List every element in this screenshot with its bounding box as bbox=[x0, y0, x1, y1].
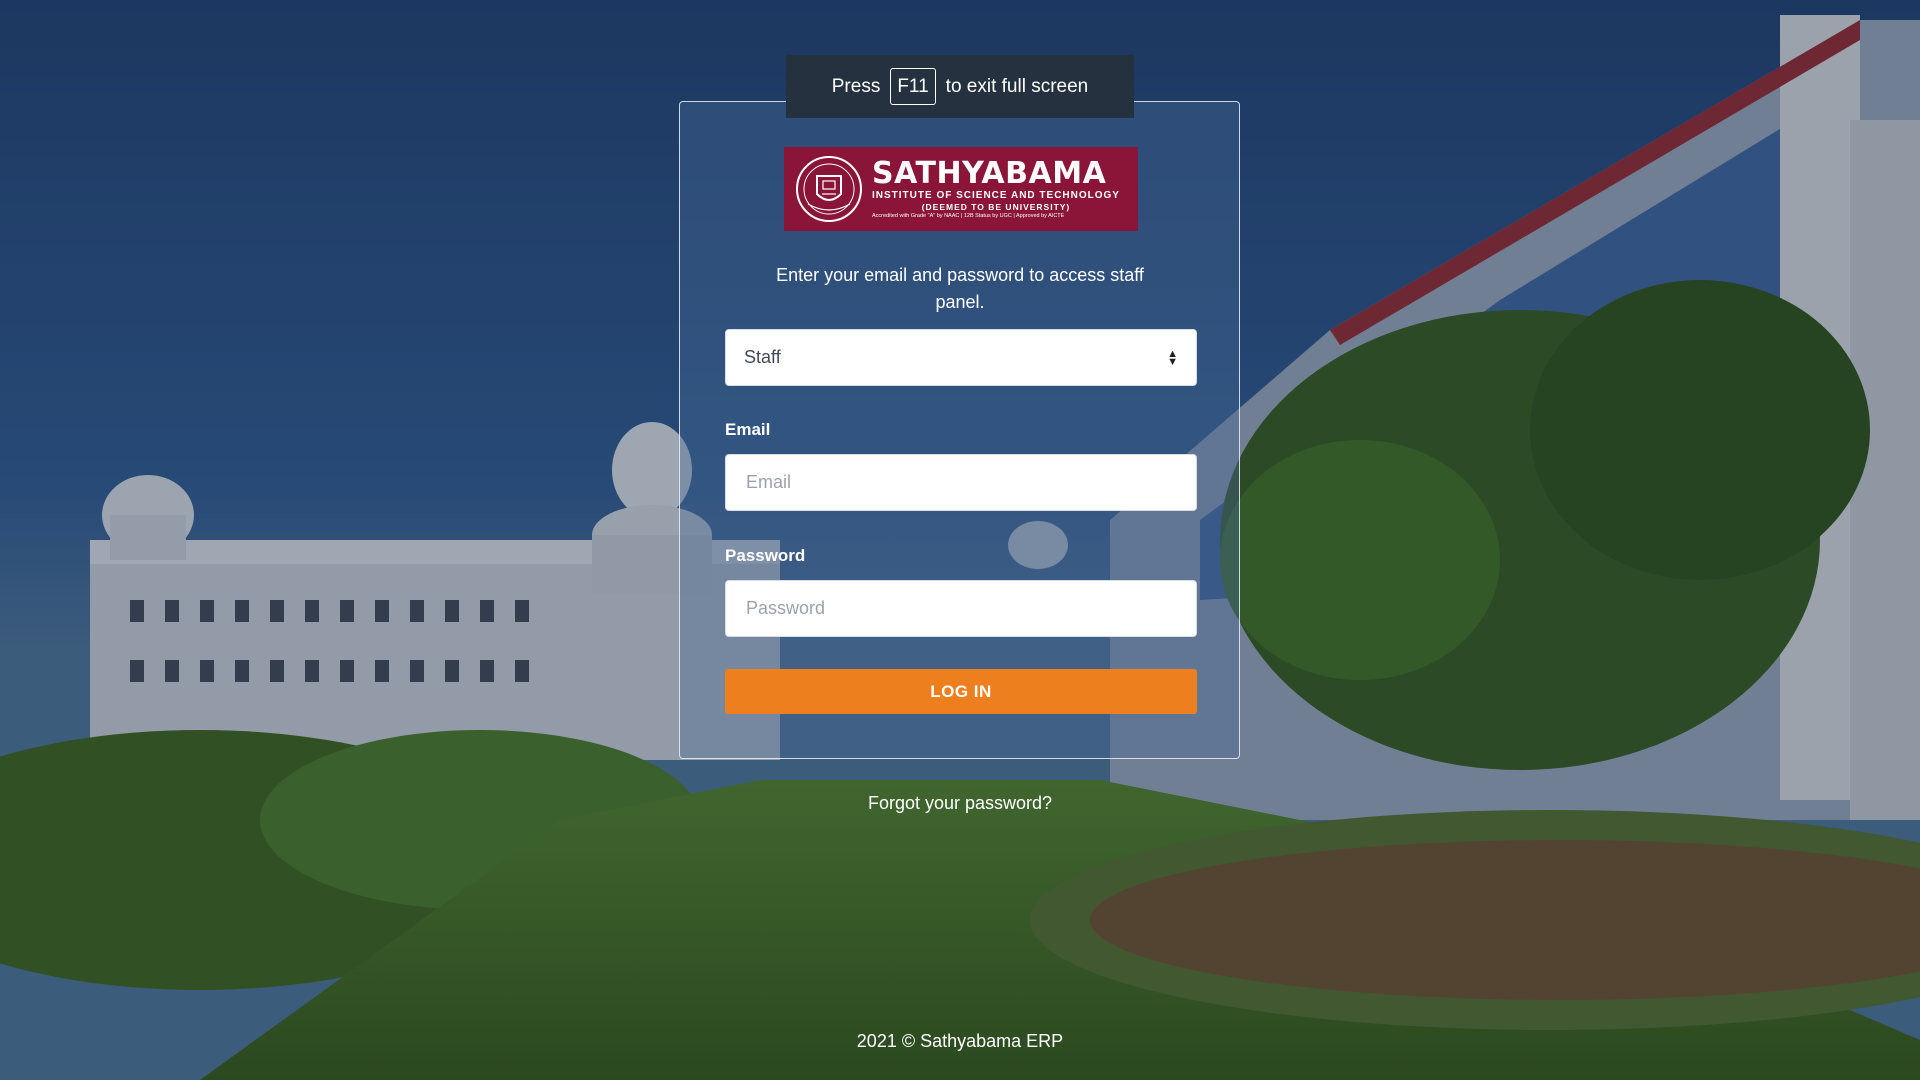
forgot-password-link[interactable]: Forgot your password? bbox=[860, 793, 1060, 814]
select-arrows-icon: ▲ ▼ bbox=[1167, 347, 1178, 368]
logo-text: SATHYABAMA INSTITUTE OF SCIENCE AND TECH… bbox=[872, 155, 1120, 221]
footer-copyright: 2021 © Sathyabama ERP bbox=[856, 1031, 1064, 1051]
role-select-value: Staff bbox=[744, 347, 781, 367]
sathyabama-logo: SATHYABAMA INSTITUTE OF SCIENCE AND TECH… bbox=[784, 147, 1138, 231]
role-select[interactable]: Staff ▲ ▼ bbox=[725, 329, 1197, 386]
logo-deemed-text: (DEEMED TO BE UNIVERSITY) bbox=[921, 201, 1071, 212]
fullscreen-notice-suffix: to exit full screen bbox=[945, 75, 1089, 97]
login-card: SATHYABAMA INSTITUTE OF SCIENCE AND TECH… bbox=[679, 101, 1240, 759]
password-label: Password bbox=[725, 546, 806, 565]
login-button[interactable]: LOG IN bbox=[725, 669, 1197, 714]
email-input[interactable] bbox=[744, 471, 1178, 494]
f11-key-badge: F11 bbox=[890, 68, 936, 105]
fullscreen-notice-prefix: Press bbox=[831, 75, 881, 97]
password-field-wrapper bbox=[725, 580, 1197, 637]
university-seal-icon bbox=[796, 156, 862, 222]
logo-university-name: SATHYABAMA bbox=[872, 155, 1107, 191]
email-label: Email bbox=[725, 420, 771, 439]
login-page: Press F11 to exit full screen SATHYABAMA… bbox=[0, 0, 1920, 1080]
logo-accreditation-text: Accredited with Grade "A" by NAAC | 12B … bbox=[872, 212, 1065, 219]
logo-subtitle: INSTITUTE OF SCIENCE AND TECHNOLOGY bbox=[872, 189, 1120, 201]
fullscreen-notice: Press F11 to exit full screen bbox=[786, 55, 1134, 118]
password-input[interactable] bbox=[744, 597, 1178, 620]
login-instructions: Enter your email and password to access … bbox=[776, 265, 1144, 312]
email-field-wrapper bbox=[725, 454, 1197, 511]
